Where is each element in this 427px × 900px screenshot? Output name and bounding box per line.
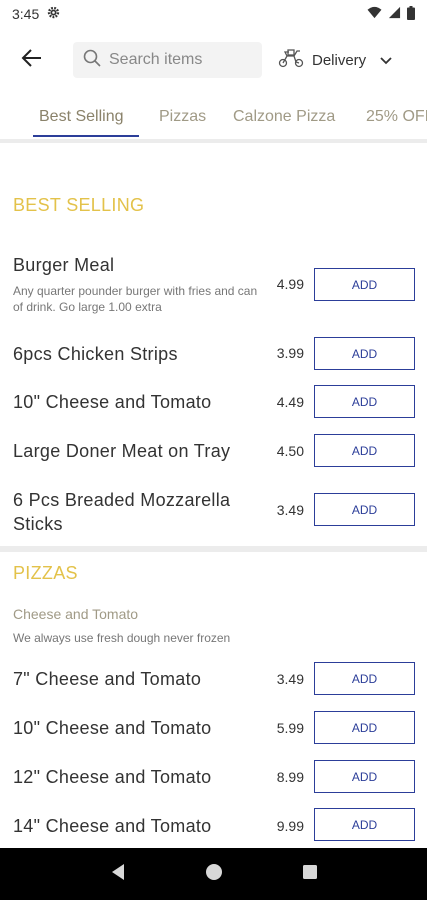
item-price: 3.99 (276, 345, 304, 361)
add-button[interactable]: ADD (314, 385, 415, 418)
item-name: 10" Cheese and Tomato (13, 718, 212, 738)
section-title-best-selling: BEST SELLING (13, 195, 145, 215)
triangle-back-icon[interactable] (109, 863, 127, 886)
item-name: 12" Cheese and Tomato (13, 767, 212, 787)
top-bar: Delivery (0, 36, 427, 84)
item-name: 6 Pcs Breaded Mozzarella Sticks (13, 490, 231, 534)
item-name: Burger Meal (13, 255, 115, 275)
square-recents-icon[interactable] (302, 864, 318, 885)
item-price: 4.49 (276, 394, 304, 410)
add-button[interactable]: ADD (314, 711, 415, 744)
item-price: 5.99 (276, 720, 304, 736)
search-input[interactable] (109, 51, 249, 69)
tab-pizzas[interactable]: Pizzas (159, 96, 206, 138)
status-bar: 3:45 (0, 0, 427, 28)
item-price: 8.99 (276, 769, 304, 785)
wifi-icon (367, 6, 382, 22)
category-tabs: Best Selling Pizzas Calzone Pizza 25% OF… (0, 96, 427, 138)
section-divider (0, 546, 427, 552)
back-button[interactable] (12, 40, 52, 80)
search-box[interactable] (73, 42, 262, 78)
add-button[interactable]: ADD (314, 337, 415, 370)
add-button[interactable]: ADD (314, 493, 415, 526)
add-button[interactable]: ADD (314, 268, 415, 301)
item-price: 9.99 (276, 818, 304, 834)
item-name: 10" Cheese and Tomato (13, 392, 212, 412)
status-time: 3:45 (12, 6, 40, 22)
active-tab-indicator (33, 135, 139, 137)
delivery-label: Delivery (312, 51, 367, 69)
gear-icon (47, 6, 60, 22)
circle-home-icon[interactable] (205, 863, 223, 886)
item-price: 4.99 (276, 276, 304, 292)
item-name: 14" Cheese and Tomato (13, 816, 212, 836)
item-price: 3.49 (276, 502, 304, 518)
arrow-left-icon (21, 47, 43, 74)
tab-best-selling[interactable]: Best Selling (39, 96, 124, 138)
subcategory-title: Cheese and Tomato (13, 606, 139, 622)
add-button[interactable]: ADD (314, 662, 415, 695)
section-title-pizzas: PIZZAS (13, 563, 78, 583)
subcategory-description: We always use fresh dough never frozen (13, 631, 231, 645)
item-price: 3.49 (276, 671, 304, 687)
search-icon (83, 49, 101, 72)
tab-calzone-pizza[interactable]: Calzone Pizza (233, 96, 335, 138)
item-description: Any quarter pounder burger with fries an… (13, 284, 258, 314)
add-button[interactable]: ADD (314, 808, 415, 841)
add-button[interactable]: ADD (314, 760, 415, 793)
item-name: 6pcs Chicken Strips (13, 344, 178, 364)
add-button[interactable]: ADD (314, 434, 415, 467)
delivery-scooter-icon (278, 48, 304, 72)
delivery-selector[interactable]: Delivery (278, 42, 392, 78)
item-name: 7" Cheese and Tomato (13, 669, 202, 689)
signal-icon (388, 6, 401, 22)
battery-icon (407, 5, 415, 23)
chevron-down-icon (380, 52, 392, 69)
item-price: 4.50 (276, 443, 304, 459)
system-navigation-bar (0, 848, 427, 900)
tab-25-off[interactable]: 25% OFF (366, 96, 427, 138)
item-name: Large Doner Meat on Tray (13, 441, 231, 461)
tabs-divider (0, 139, 427, 143)
